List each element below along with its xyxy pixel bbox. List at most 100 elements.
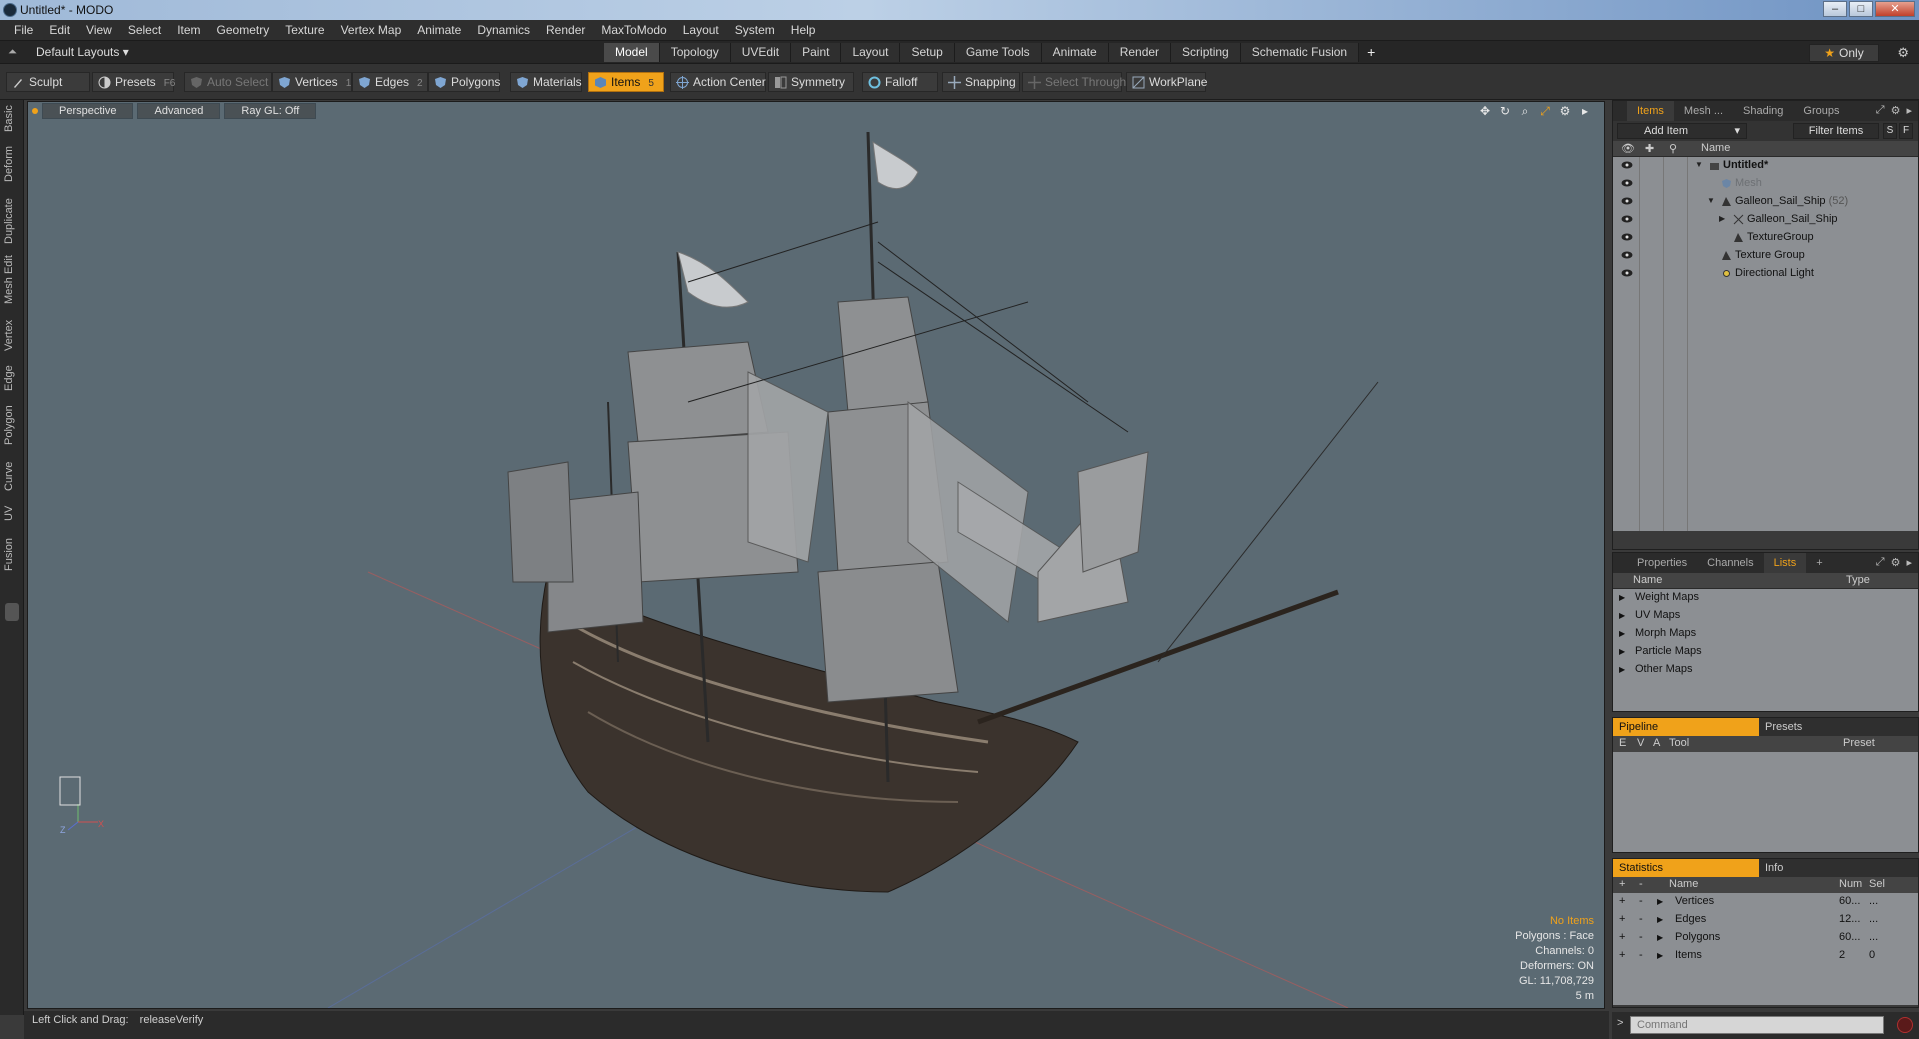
vtab-edge[interactable]: Edge [3,362,21,394]
tab-statistics[interactable]: Statistics [1613,859,1759,877]
vtab-uv[interactable]: UV [3,502,21,524]
viewport-view-dropdown[interactable]: Perspective [42,103,134,119]
menu-maxtomodo[interactable]: MaxToModo [593,23,674,37]
rotate-view-icon[interactable]: ↻ [1498,104,1512,119]
stat-expand-button[interactable]: + [1619,895,1625,907]
snapping-button[interactable]: Snapping [942,72,1020,92]
tab-properties[interactable]: Properties [1627,553,1697,573]
add-panel-tab-button[interactable]: + [1806,553,1832,573]
stat-row[interactable]: + - ▶ Vertices 60... ... [1613,893,1918,911]
eye-icon[interactable] [1621,268,1633,278]
panel-gear-icon[interactable]: ⚙ [1891,104,1901,117]
tree-row[interactable]: TextureGroup [1613,229,1918,247]
sculpt-button[interactable]: Sculpt [6,72,90,92]
tab-topology[interactable]: Topology [659,43,731,62]
vtab-duplicate[interactable]: Duplicate [3,196,21,246]
stop-icon[interactable] [1897,1017,1913,1033]
layout-selector[interactable]: Default Layouts ▾ [36,45,129,59]
expand-triangle-icon[interactable]: ▶ [1619,647,1625,656]
materials-button[interactable]: Materials [510,72,582,92]
falloff-button[interactable]: Falloff [862,72,938,92]
tab-lists[interactable]: Lists [1763,553,1807,573]
list-item[interactable]: ▶ UV Maps [1613,607,1918,625]
add-item-dropdown[interactable]: Add Item ▾ [1617,123,1747,139]
expand-panel-icon[interactable]: ⤢ [1876,556,1885,569]
tab-channels[interactable]: Channels [1697,553,1763,573]
eye-icon[interactable] [1621,160,1633,170]
collapse-triangle-icon[interactable]: ▼ [1707,196,1715,205]
gear-icon[interactable]: ⚙ [1897,45,1909,61]
tab-pipeline[interactable]: Pipeline [1613,718,1759,736]
pipeline-list[interactable] [1613,752,1918,852]
command-input[interactable] [1630,1016,1884,1034]
list-item[interactable]: ▶ Morph Maps [1613,625,1918,643]
tree-row[interactable]: Mesh [1613,175,1918,193]
stat-expand-button[interactable]: + [1619,913,1625,925]
tab-scripting[interactable]: Scripting [1171,43,1241,62]
expand-triangle-icon[interactable]: ▶ [1619,611,1625,620]
vtab-basic[interactable]: Basic [3,104,21,134]
raygl-toggle[interactable]: Ray GL: Off [224,103,317,119]
tab-model[interactable]: Model [604,43,660,62]
items-button[interactable]: Items 5 [588,72,664,92]
stat-row[interactable]: + - ▶ Polygons 60... ... [1613,929,1918,947]
edges-button[interactable]: Edges 2 [352,72,428,92]
layout-pin-icon[interactable]: ⏶ [8,46,17,59]
tree-row[interactable]: Directional Light [1613,265,1918,283]
vertices-button[interactable]: Vertices 1 [272,72,352,92]
f-toggle[interactable]: F [1899,123,1913,139]
tab-animate[interactable]: Animate [1041,43,1109,62]
presets-button[interactable]: Presets F6 [92,72,175,92]
menu-animate[interactable]: Animate [409,23,469,37]
panel-gear-icon[interactable]: ⚙ [1891,556,1901,569]
eye-icon[interactable] [1621,196,1633,206]
tab-shading[interactable]: Shading [1733,101,1793,121]
menu-item[interactable]: Item [169,23,208,37]
tree-row[interactable]: ▼ Untitled* [1613,157,1918,175]
expand-panel-icon[interactable]: ⤢ [1876,104,1885,117]
menu-texture[interactable]: Texture [277,23,332,37]
tab-setup[interactable]: Setup [900,43,955,62]
list-item[interactable]: ▶ Particle Maps [1613,643,1918,661]
tab-layout[interactable]: Layout [841,43,901,62]
eye-icon[interactable] [1621,250,1633,260]
auto-select-button[interactable]: Auto Select [184,72,272,92]
tab-game-tools[interactable]: Game Tools [954,43,1042,62]
zoom-view-icon[interactable]: ⌕ [1518,104,1532,119]
tab-mesh[interactable]: Mesh ... [1674,101,1733,121]
panel-arrow-icon[interactable]: ▸ [1906,104,1912,117]
menu-file[interactable]: File [6,23,41,37]
select-through-button[interactable]: Select Through [1022,72,1126,92]
expand-triangle-icon[interactable]: ▶ [1657,951,1663,960]
stat-expand-button[interactable]: + [1619,949,1625,961]
menu-edit[interactable]: Edit [41,23,78,37]
stat-expand-button[interactable]: + [1619,931,1625,943]
viewport-menu-arrow-icon[interactable]: ▸ [1578,104,1592,119]
expand-triangle-icon[interactable]: ▶ [1657,915,1663,924]
tree-row[interactable]: Texture Group [1613,247,1918,265]
expand-triangle-icon[interactable]: ▶ [1619,629,1625,638]
workplane-button[interactable]: WorkPlane [1126,72,1207,92]
viewport-gear-icon[interactable]: ⚙ [1558,104,1572,119]
action-center-button[interactable]: Action Center [670,72,766,92]
eye-icon[interactable] [1621,214,1633,224]
tab-presets[interactable]: Presets [1759,718,1905,736]
stat-row[interactable]: + - ▶ Edges 12... ... [1613,911,1918,929]
vtab-fusion[interactable]: Fusion [3,534,21,574]
symmetry-button[interactable]: Symmetry [768,72,854,92]
polygons-button[interactable]: Polygons [428,72,500,92]
tab-render[interactable]: Render [1108,43,1172,62]
eye-icon[interactable] [1621,178,1633,188]
minimize-button[interactable]: – [1823,1,1847,17]
vtab-vertex[interactable]: Vertex [3,316,21,354]
stat-collapse-button[interactable]: - [1639,913,1643,925]
maximize-view-icon[interactable]: ⤢ [1538,104,1552,119]
move-view-icon[interactable]: ✥ [1478,104,1492,119]
maximize-button[interactable]: □ [1849,1,1873,17]
stat-collapse-button[interactable]: - [1639,949,1643,961]
close-button[interactable]: ✕ [1875,1,1915,17]
list-item[interactable]: ▶ Other Maps [1613,661,1918,679]
vtab-curve[interactable]: Curve [3,458,21,494]
tree-row[interactable]: ▶ Galleon_Sail_Ship [1613,211,1918,229]
vtab-mesh-edit[interactable]: Mesh Edit [3,254,21,306]
